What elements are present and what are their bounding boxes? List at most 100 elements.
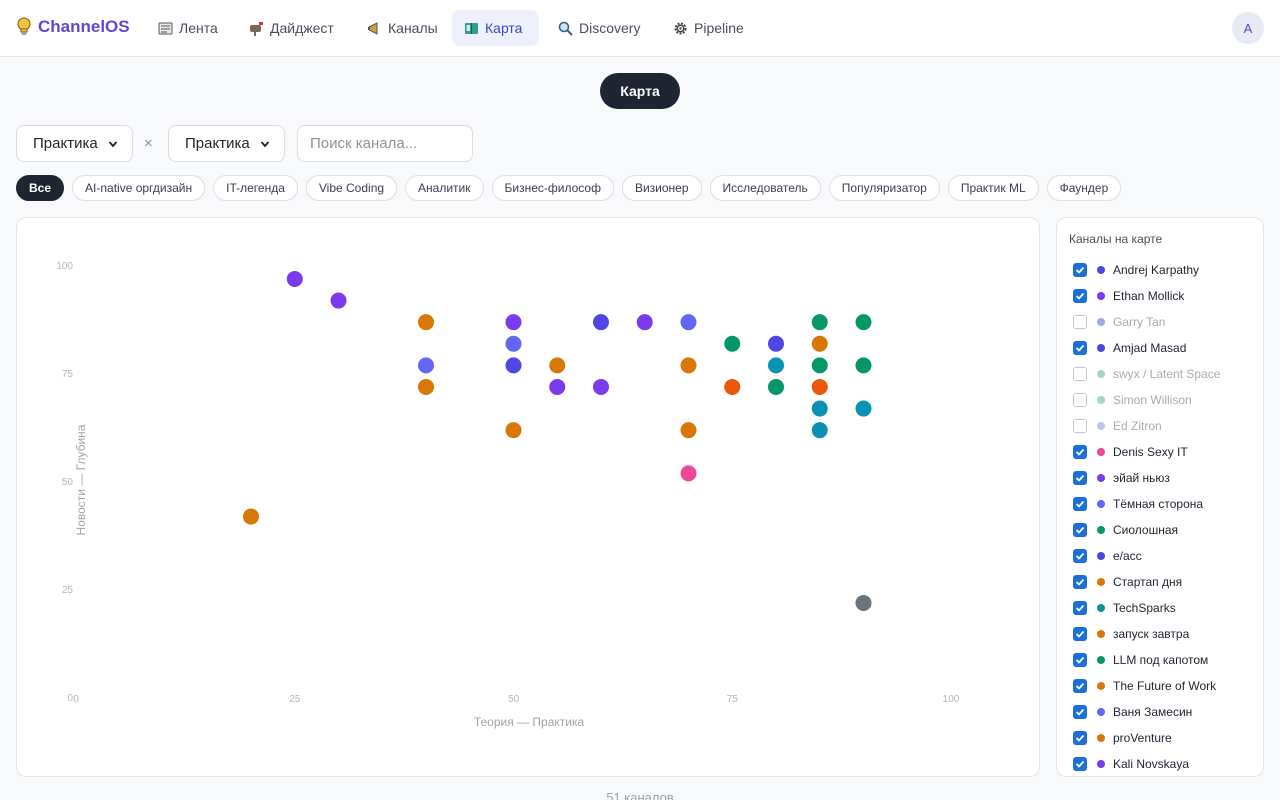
scatter-point[interactable] xyxy=(549,378,566,395)
scatter-point[interactable] xyxy=(855,357,872,374)
legend-item[interactable]: Kali Novskaya xyxy=(1073,751,1263,776)
legend-item[interactable]: Сиолошная xyxy=(1073,517,1263,543)
legend-item[interactable]: Garry Tan xyxy=(1073,309,1263,335)
scatter-point[interactable] xyxy=(680,357,697,374)
legend-item[interactable]: proVenture xyxy=(1073,725,1263,751)
scatter-point[interactable] xyxy=(811,378,828,395)
legend-item[interactable]: Стартап дня xyxy=(1073,569,1263,595)
legend-item[interactable]: Denis Sexy IT xyxy=(1073,439,1263,465)
nav-item-digest[interactable]: Дайджест xyxy=(237,10,346,46)
scatter-point[interactable] xyxy=(418,378,434,395)
scatter-point[interactable] xyxy=(724,378,741,395)
y-axis-select[interactable]: Практика xyxy=(168,125,285,162)
legend-color-dot xyxy=(1097,344,1105,352)
scatter-point[interactable] xyxy=(680,314,697,331)
scatter-point[interactable] xyxy=(330,292,347,309)
scatter-point[interactable] xyxy=(505,422,522,439)
legend-checkbox[interactable] xyxy=(1073,601,1087,615)
nav-item-pipeline[interactable]: Pipeline xyxy=(661,10,756,46)
filter-chip[interactable]: Vibe Coding xyxy=(305,175,398,201)
filter-chip[interactable]: IT-легенда xyxy=(213,175,298,201)
filter-chip[interactable]: Бизнес-философ xyxy=(491,175,614,201)
scatter-point[interactable] xyxy=(549,357,566,374)
user-avatar[interactable]: A xyxy=(1232,12,1264,44)
legend-item[interactable]: e/acc xyxy=(1073,543,1263,569)
scatter-point[interactable] xyxy=(593,378,609,395)
legend-item[interactable]: эйай ньюз xyxy=(1073,465,1263,491)
legend-checkbox[interactable] xyxy=(1073,367,1087,381)
legend-item[interactable]: Simon Willison xyxy=(1073,387,1263,413)
filter-chip[interactable]: Популяризатор xyxy=(828,175,940,201)
scatter-point[interactable] xyxy=(505,314,522,331)
scatter-point[interactable] xyxy=(418,357,434,374)
scatter-point[interactable] xyxy=(418,314,434,331)
scatter-point[interactable] xyxy=(811,357,828,374)
filter-chip[interactable]: Фаундер xyxy=(1046,175,1122,201)
legend-checkbox[interactable] xyxy=(1073,263,1087,277)
legend-item[interactable]: Andrej Karpathy xyxy=(1073,257,1263,283)
nav-item-map[interactable]: Карта xyxy=(452,10,539,46)
filter-chip[interactable]: AI-native оргдизайн xyxy=(72,175,206,201)
scatter-point[interactable] xyxy=(811,422,828,439)
scatter-point[interactable] xyxy=(593,314,609,331)
legend-checkbox[interactable] xyxy=(1073,653,1087,667)
legend-checkbox[interactable] xyxy=(1073,289,1087,303)
legend-checkbox[interactable] xyxy=(1073,731,1087,745)
scatter-point[interactable] xyxy=(768,335,784,352)
scatter-point[interactable] xyxy=(724,335,741,352)
legend-item[interactable]: Amjad Masad xyxy=(1073,335,1263,361)
scatter-point[interactable] xyxy=(636,314,653,331)
legend-item[interactable]: The Future of Work xyxy=(1073,673,1263,699)
legend-item[interactable]: запуск завтра xyxy=(1073,621,1263,647)
legend-checkbox[interactable] xyxy=(1073,679,1087,693)
scatter-point[interactable] xyxy=(811,314,828,331)
view-toggle-map[interactable]: Карта xyxy=(600,73,680,109)
legend-checkbox[interactable] xyxy=(1073,627,1087,641)
channel-map-chart[interactable]: 0 25 50 75 100 0 25 50 75 100 Теория — Практика Нов… xyxy=(16,217,1040,777)
channel-search-input[interactable] xyxy=(297,125,473,162)
scatter-point[interactable] xyxy=(855,400,872,417)
scatter-point[interactable] xyxy=(768,357,784,374)
scatter-point[interactable] xyxy=(505,335,522,352)
legend-item[interactable]: Ваня Замесин xyxy=(1073,699,1263,725)
scatter-point[interactable] xyxy=(680,422,697,439)
scatter-point[interactable] xyxy=(505,357,522,374)
legend-checkbox[interactable] xyxy=(1073,471,1087,485)
app-logo[interactable]: ChannelOS xyxy=(16,17,130,37)
legend-item[interactable]: LLM под капотом xyxy=(1073,647,1263,673)
legend-checkbox[interactable] xyxy=(1073,393,1087,407)
scatter-point[interactable] xyxy=(855,594,872,611)
scatter-point[interactable] xyxy=(768,378,784,395)
filter-chip[interactable]: Практик ML xyxy=(947,175,1039,201)
scatter-point[interactable] xyxy=(811,335,828,352)
scatter-point[interactable] xyxy=(855,314,872,331)
nav-item-feed[interactable]: Лента xyxy=(146,10,230,46)
legend-channel-name: LLM под капотом xyxy=(1113,653,1209,667)
filter-chip[interactable]: Все xyxy=(16,175,65,201)
legend-checkbox[interactable] xyxy=(1073,419,1087,433)
legend-item[interactable]: Тёмная сторона xyxy=(1073,491,1263,517)
scatter-point[interactable] xyxy=(286,270,303,287)
legend-checkbox[interactable] xyxy=(1073,497,1087,511)
legend-checkbox[interactable] xyxy=(1073,445,1087,459)
legend-checkbox[interactable] xyxy=(1073,523,1087,537)
legend-item[interactable]: swyx / Latent Space xyxy=(1073,361,1263,387)
legend-item[interactable]: TechSparks xyxy=(1073,595,1263,621)
filter-chip[interactable]: Аналитик xyxy=(405,175,484,201)
scatter-point[interactable] xyxy=(811,400,828,417)
legend-checkbox[interactable] xyxy=(1073,757,1087,771)
legend-checkbox[interactable] xyxy=(1073,549,1087,563)
legend-checkbox[interactable] xyxy=(1073,705,1087,719)
nav-item-channels[interactable]: Каналы xyxy=(355,10,450,46)
legend-checkbox[interactable] xyxy=(1073,575,1087,589)
legend-checkbox[interactable] xyxy=(1073,341,1087,355)
legend-item[interactable]: Ed Zitron xyxy=(1073,413,1263,439)
scatter-point[interactable] xyxy=(243,508,259,525)
filter-chip[interactable]: Исследователь xyxy=(709,175,821,201)
filter-chip[interactable]: Визионер xyxy=(621,175,702,201)
x-axis-select[interactable]: Практика xyxy=(16,125,133,162)
legend-item[interactable]: Ethan Mollick xyxy=(1073,283,1263,309)
scatter-point[interactable] xyxy=(680,465,697,482)
legend-checkbox[interactable] xyxy=(1073,315,1087,329)
nav-item-discovery[interactable]: Discovery xyxy=(546,10,652,46)
